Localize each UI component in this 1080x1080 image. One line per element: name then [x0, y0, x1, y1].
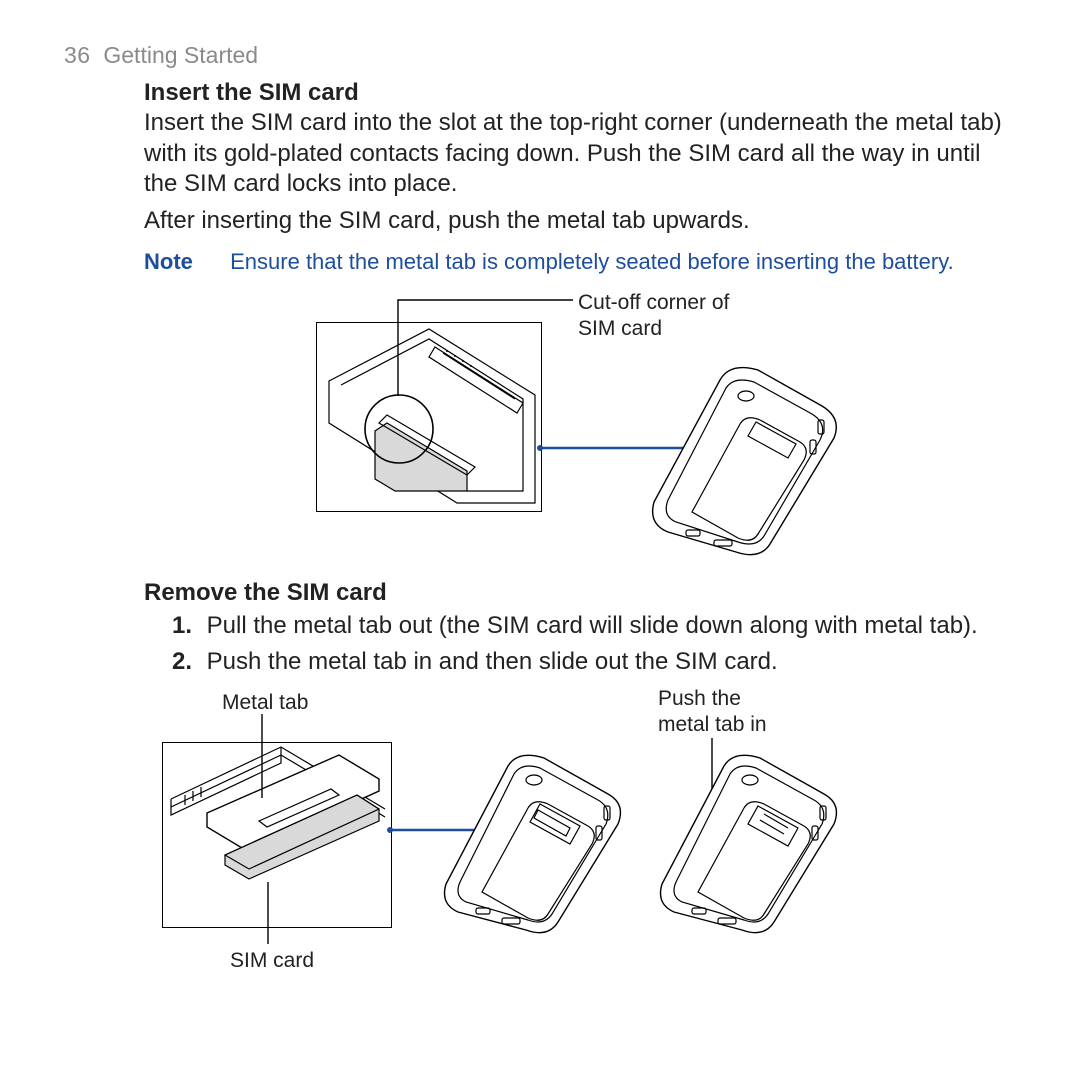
diagram-phone-remove-1 — [420, 748, 636, 928]
diagram-phone-remove-2 — [636, 748, 852, 928]
manual-page: 36 Getting Started Insert the SIM card I… — [0, 0, 1080, 1080]
